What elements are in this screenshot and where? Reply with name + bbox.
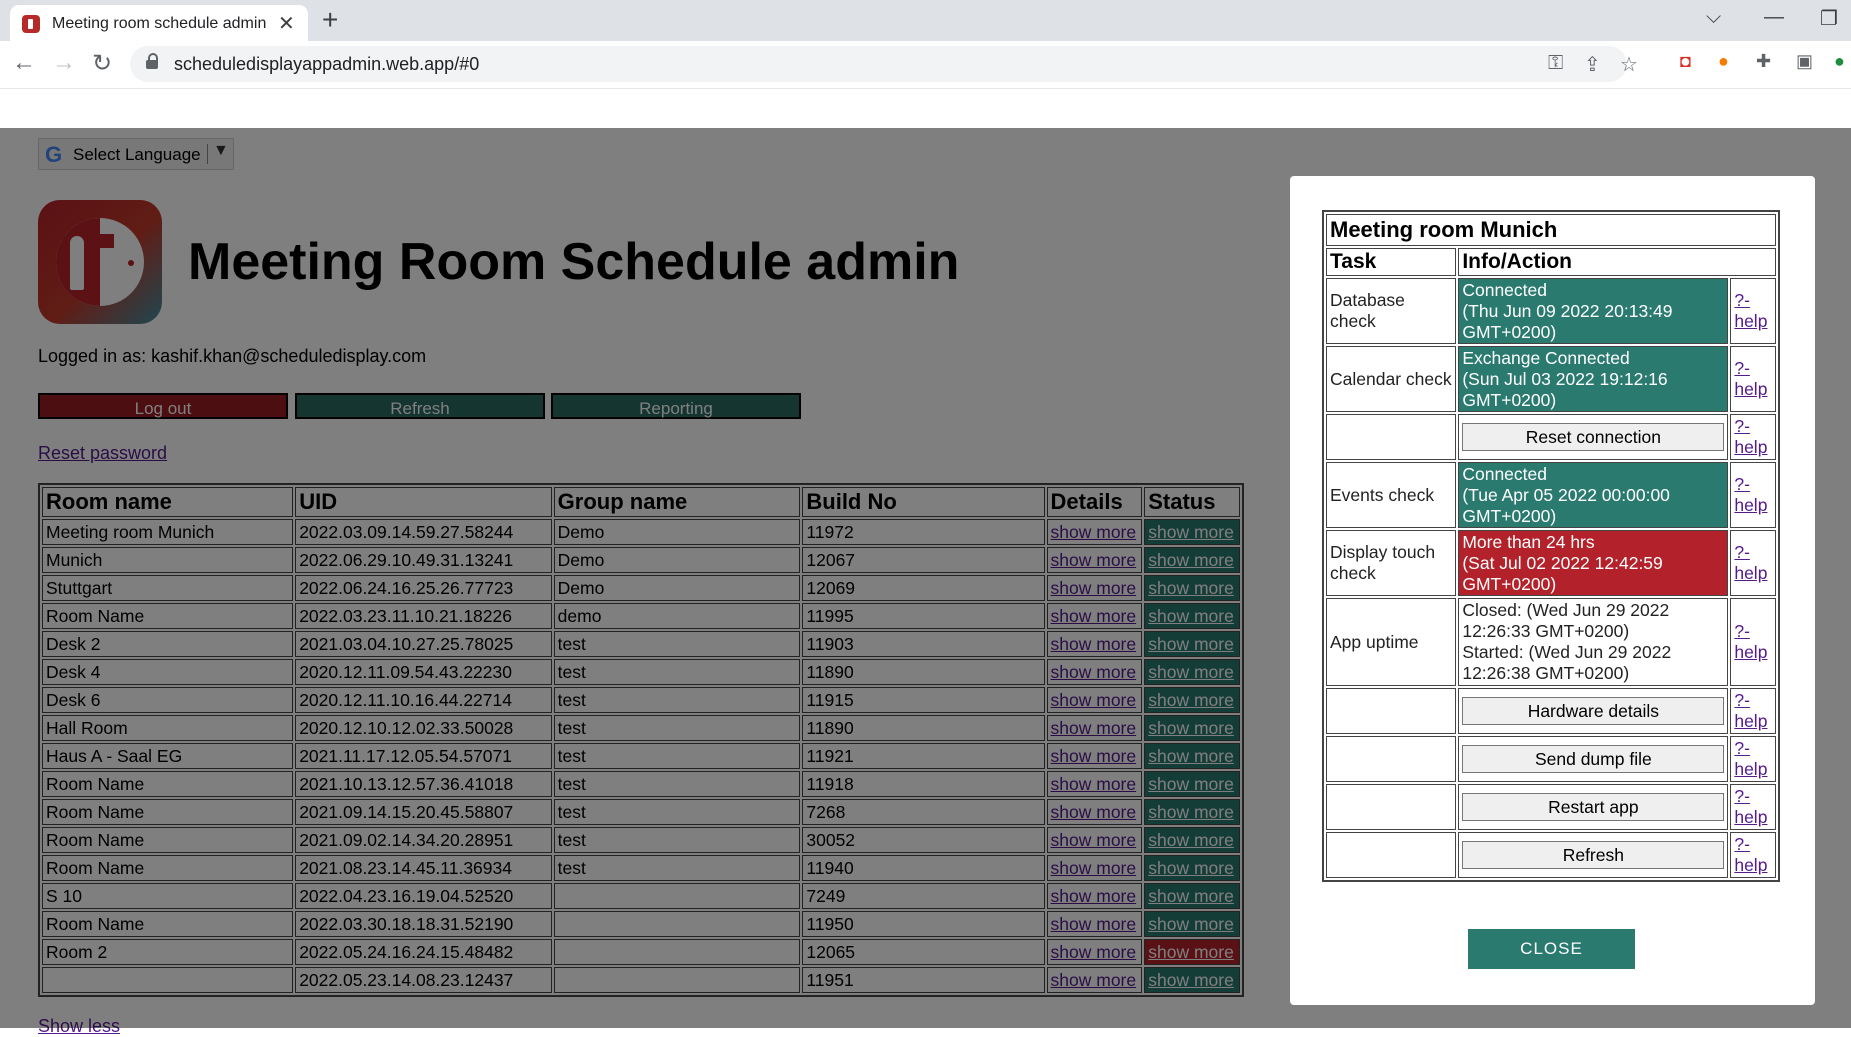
send-dump-cell: Send dump file bbox=[1458, 736, 1729, 782]
task-display-touch-check: Display touch check bbox=[1326, 530, 1457, 596]
browser-tab-strip: Meeting room schedule admin ✕ + ⌵ — ❐ bbox=[0, 0, 1851, 41]
profile-avatar-icon[interactable]: ● bbox=[1834, 51, 1845, 72]
help-link[interactable]: ?-help bbox=[1730, 832, 1776, 878]
help-link[interactable]: ?-help bbox=[1730, 736, 1776, 782]
new-tab-icon[interactable]: + bbox=[322, 4, 338, 36]
maximize-icon[interactable]: ❐ bbox=[1820, 6, 1838, 31]
empty-task-cell bbox=[1326, 414, 1457, 460]
side-panel-icon[interactable]: ▣ bbox=[1796, 51, 1813, 72]
tab-title: Meeting room schedule admin bbox=[52, 15, 267, 32]
close-modal-button[interactable]: CLOSE bbox=[1468, 929, 1635, 969]
empty-task-cell bbox=[1326, 736, 1457, 782]
browser-tab[interactable]: Meeting room schedule admin ✕ bbox=[10, 5, 308, 41]
events-status: Connected (Tue Apr 05 2022 00:00:00 GMT+02… bbox=[1458, 462, 1729, 528]
minimize-icon[interactable]: — bbox=[1764, 6, 1784, 29]
forward-arrow-icon[interactable]: → bbox=[52, 49, 76, 77]
task-app-uptime: App uptime bbox=[1326, 598, 1457, 686]
key-icon[interactable]: ⚿ bbox=[1548, 52, 1563, 75]
empty-task-cell bbox=[1326, 832, 1457, 878]
url-text: scheduledisplayappadmin.web.app/#0 bbox=[174, 54, 480, 74]
hardware-details-button[interactable]: Hardware details bbox=[1462, 697, 1725, 725]
help-link[interactable]: ?-help bbox=[1730, 598, 1776, 686]
room-details-modal: Meeting room Munich Task Info/Action Dat… bbox=[1290, 176, 1815, 1005]
task-events-check: Events check bbox=[1326, 462, 1457, 528]
display-touch-status: More than 24 hrs (Sat Jul 02 2022 12:42:5… bbox=[1458, 530, 1729, 596]
empty-task-cell bbox=[1326, 688, 1457, 734]
restart-app-button[interactable]: Restart app bbox=[1462, 793, 1725, 821]
tab-close-icon[interactable]: ✕ bbox=[278, 11, 295, 36]
reload-icon[interactable]: ↻ bbox=[92, 49, 112, 78]
room-status-table: Meeting room Munich Task Info/Action Dat… bbox=[1322, 210, 1780, 882]
reset-connection-button[interactable]: Reset connection bbox=[1462, 423, 1725, 451]
lock-icon bbox=[146, 53, 158, 69]
reset-connection-cell: Reset connection bbox=[1458, 414, 1729, 460]
app-favicon-icon bbox=[22, 15, 40, 33]
app-uptime-status: Closed: (Wed Jun 29 2022 12:26:33 GMT+020… bbox=[1458, 598, 1729, 686]
restart-app-cell: Restart app bbox=[1458, 784, 1729, 830]
empty-task-cell bbox=[1326, 784, 1457, 830]
modal-refresh-button[interactable]: Refresh bbox=[1462, 841, 1725, 869]
pocket-extension-icon[interactable]: ◘ bbox=[1680, 51, 1691, 72]
help-link[interactable]: ?-help bbox=[1730, 278, 1776, 344]
calendar-status: Exchange Connected (Sun Jul 03 2022 19:12… bbox=[1458, 346, 1729, 412]
help-link[interactable]: ?-help bbox=[1730, 688, 1776, 734]
bookmark-star-icon[interactable]: ☆ bbox=[1620, 52, 1638, 77]
help-link[interactable]: ?-help bbox=[1730, 462, 1776, 528]
column-header-task: Task bbox=[1326, 248, 1457, 276]
task-calendar-check: Calendar check bbox=[1326, 346, 1457, 412]
help-link[interactable]: ?-help bbox=[1730, 784, 1776, 830]
database-status: Connected (Thu Jun 09 2022 20:13:49 GMT+02… bbox=[1458, 278, 1729, 344]
column-header-info: Info/Action bbox=[1458, 248, 1776, 276]
extension-orange-icon[interactable]: ● bbox=[1718, 51, 1729, 72]
extensions-puzzle-icon[interactable]: ✚ bbox=[1756, 51, 1771, 72]
modal-room-title: Meeting room Munich bbox=[1326, 214, 1776, 246]
hardware-details-cell: Hardware details bbox=[1458, 688, 1729, 734]
help-link[interactable]: ?-help bbox=[1730, 414, 1776, 460]
help-link[interactable]: ?-help bbox=[1730, 530, 1776, 596]
send-dump-file-button[interactable]: Send dump file bbox=[1462, 745, 1725, 773]
task-database-check: Database check bbox=[1326, 278, 1457, 344]
tab-search-chevron-icon[interactable]: ⌵ bbox=[1706, 6, 1721, 29]
back-arrow-icon[interactable]: ← bbox=[12, 49, 36, 77]
share-icon[interactable]: ⇪ bbox=[1584, 52, 1601, 77]
modal-refresh-cell: Refresh bbox=[1458, 832, 1729, 878]
help-link[interactable]: ?-help bbox=[1730, 346, 1776, 412]
browser-toolbar: ← → ↻ scheduledisplayappadmin.web.app/#0… bbox=[0, 41, 1851, 89]
address-bar[interactable]: scheduledisplayappadmin.web.app/#0 ⚿ ⇪ ☆ bbox=[130, 46, 1638, 82]
